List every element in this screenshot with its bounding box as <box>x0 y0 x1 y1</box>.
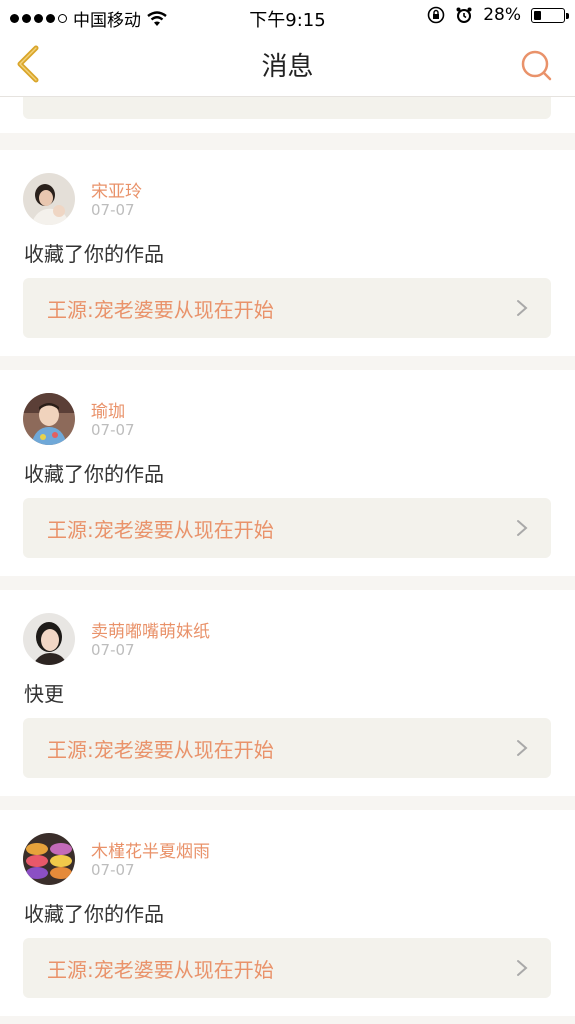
message-item[interactable]: 宋亚玲 07-07 收藏了你的作品 王源:宠老婆要从现在开始 <box>0 150 575 356</box>
search-button[interactable] <box>519 48 555 84</box>
chevron-right-icon <box>517 740 528 756</box>
avatar[interactable] <box>23 833 75 885</box>
page-title: 消息 <box>261 52 314 82</box>
work-title: 王源:宠老婆要从现在开始 <box>47 518 274 542</box>
work-title: 王源:宠老婆要从现在开始 <box>47 958 274 982</box>
work-title: 王源:宠老婆要从现在开始 <box>47 298 274 322</box>
avatar[interactable] <box>23 393 75 445</box>
chevron-right-icon <box>517 960 528 976</box>
status-bar: 中国移动 下午9:15 28% <box>0 0 575 32</box>
avatar[interactable] <box>23 173 75 225</box>
message-date: 07-07 <box>91 641 135 659</box>
battery-icon <box>531 7 569 23</box>
message-date: 07-07 <box>91 861 135 879</box>
nav-bar: 消息 <box>0 32 575 97</box>
user-name[interactable]: 瑜珈 <box>91 397 125 422</box>
status-right: 28% <box>427 5 569 25</box>
message-item[interactable]: 卖萌嘟嘴萌妹纸 07-07 快更 王源:宠老婆要从现在开始 <box>0 590 575 796</box>
user-name[interactable]: 宋亚玲 <box>91 177 142 202</box>
user-name[interactable]: 卖萌嘟嘴萌妹纸 <box>91 617 210 642</box>
scrolled-work-card-remnant[interactable] <box>23 97 551 119</box>
search-icon <box>521 50 552 81</box>
work-title: 王源:宠老婆要从现在开始 <box>47 738 274 762</box>
message-text: 收藏了你的作品 <box>24 242 164 266</box>
work-link-card[interactable]: 王源:宠老婆要从现在开始 <box>23 498 551 558</box>
chevron-right-icon <box>517 520 528 536</box>
message-date: 07-07 <box>91 421 135 439</box>
chevron-right-icon <box>517 300 528 316</box>
alarm-icon <box>456 7 472 23</box>
message-item[interactable]: 瑜珈 07-07 收藏了你的作品 王源:宠老婆要从现在开始 <box>0 370 575 576</box>
message-text: 收藏了你的作品 <box>24 902 164 926</box>
battery-percent: 28% <box>483 5 521 25</box>
work-link-card[interactable]: 王源:宠老婆要从现在开始 <box>23 718 551 778</box>
work-link-card[interactable]: 王源:宠老婆要从现在开始 <box>23 278 551 338</box>
avatar[interactable] <box>23 613 75 665</box>
message-text: 收藏了你的作品 <box>24 462 164 486</box>
user-name[interactable]: 木槿花半夏烟雨 <box>91 837 210 862</box>
work-link-card[interactable]: 王源:宠老婆要从现在开始 <box>23 938 551 998</box>
message-text: 快更 <box>24 682 64 706</box>
orientation-lock-icon <box>427 6 445 24</box>
message-item[interactable]: 木槿花半夏烟雨 07-07 收藏了你的作品 王源:宠老婆要从现在开始 <box>0 810 575 1016</box>
message-date: 07-07 <box>91 201 135 219</box>
